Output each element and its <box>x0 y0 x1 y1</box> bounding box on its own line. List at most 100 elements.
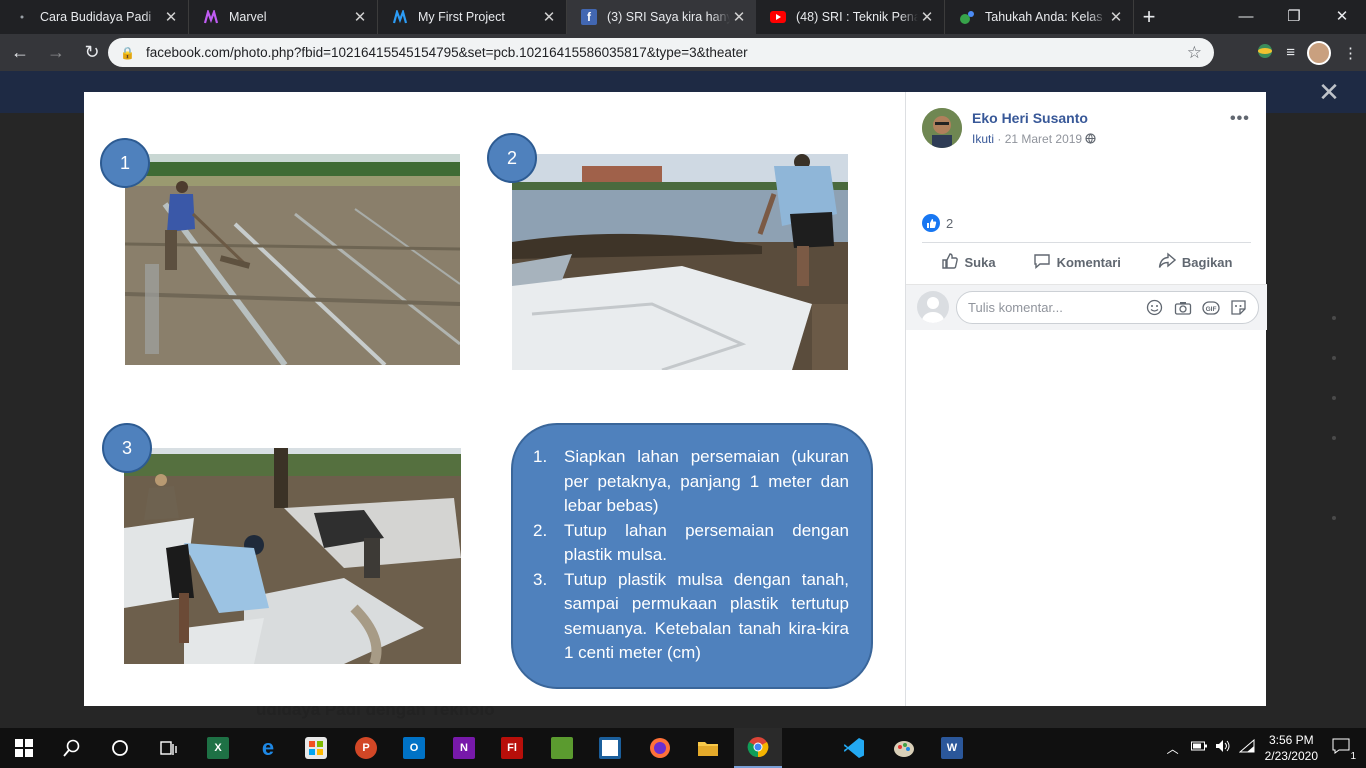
window-controls: — ❐ ✕ <box>1222 0 1366 32</box>
tab-title: (3) SRI Saya kira hanya t <box>607 10 730 24</box>
excel-icon[interactable]: X <box>194 728 242 768</box>
notification-count: 1 <box>1350 750 1356 762</box>
author-name-link[interactable]: Eko Heri Susanto <box>972 110 1088 126</box>
follow-link[interactable]: Ikuti <box>972 132 994 146</box>
notifications-icon[interactable]: 1 <box>1332 738 1356 762</box>
forward-icon[interactable]: → <box>40 37 72 69</box>
user-avatar-placeholder <box>917 291 949 323</box>
tab-cara-budidaya-padi[interactable]: Cara Budidaya Padi ✕ <box>0 0 189 34</box>
step-text: Siapkan lahan persemaian (ukuran per pet… <box>564 447 849 515</box>
reading-list-icon[interactable]: ≡ <box>1286 44 1295 61</box>
tab-close-icon[interactable]: ✕ <box>162 8 180 26</box>
tab-close-icon[interactable]: ✕ <box>1107 8 1125 26</box>
share-button[interactable]: Bagikan <box>1158 252 1232 273</box>
clock-time: 3:56 PM <box>1268 733 1314 747</box>
background-dot <box>1332 516 1336 520</box>
paint-icon[interactable] <box>880 728 928 768</box>
tab-title: Cara Budidaya Padi <box>40 10 152 24</box>
tab-close-icon[interactable]: ✕ <box>351 8 369 26</box>
minimize-icon[interactable]: — <box>1222 0 1270 32</box>
steps-callout: 1. Siapkan lahan persemaian (ukuran per … <box>511 423 873 689</box>
camera-icon[interactable] <box>1173 298 1192 317</box>
photo-theater[interactable]: 1 2 3 1. Siapkan lahan persemaian (ukura… <box>84 92 905 706</box>
frame-app-icon[interactable] <box>586 728 634 768</box>
tab-marvel[interactable]: Marvel ✕ <box>189 0 378 34</box>
photo-covering-with-soil <box>124 448 461 664</box>
close-theater-icon[interactable]: ✕ <box>1314 78 1344 106</box>
chrome-menu-icon[interactable]: ⋮ <box>1343 44 1358 62</box>
edge-icon[interactable]: e <box>244 728 292 768</box>
lock-icon: 🔒 <box>120 45 135 60</box>
windows-taskbar: X e P O N Fl W ︿ 3:56 PM 2/23/2020 1 <box>0 728 1366 768</box>
thumbs-up-icon <box>941 252 959 273</box>
author-avatar[interactable] <box>922 108 962 148</box>
task-view-icon[interactable] <box>144 728 192 768</box>
clock[interactable]: 3:56 PM 2/23/2020 <box>1265 732 1318 764</box>
facebook-icon: f <box>581 9 597 25</box>
step-badge-1: 1 <box>100 138 150 188</box>
step-number: 2. <box>533 520 548 540</box>
green-orb-icon <box>959 9 975 25</box>
chevron-up-icon[interactable]: ︿ <box>1167 740 1179 757</box>
browser-toolbar: ← → ↻ 🔒 facebook.com/photo.php?fbid=1021… <box>0 34 1366 71</box>
public-globe-icon <box>1085 132 1097 146</box>
comment-button[interactable]: Komentari <box>1033 252 1121 273</box>
firefox-icon[interactable] <box>636 728 684 768</box>
reaction-summary[interactable]: 2 <box>922 214 953 232</box>
tab-tahukah-anda[interactable]: Tahukah Anda: Kelas Be ✕ <box>945 0 1134 34</box>
new-tab-button[interactable]: + <box>1134 0 1164 34</box>
tab-close-icon[interactable]: ✕ <box>730 8 748 26</box>
onenote-icon[interactable]: N <box>440 728 488 768</box>
tab-youtube-sri[interactable]: (48) SRI : Teknik Penana ✕ <box>756 0 945 34</box>
step-badge-3: 3 <box>102 423 152 473</box>
tab-my-first-project[interactable]: My First Project ✕ <box>378 0 567 34</box>
tab-title: Tahukah Anda: Kelas Be <box>985 10 1107 24</box>
tab-facebook-sri[interactable]: f (3) SRI Saya kira hanya t ✕ <box>567 0 756 34</box>
vscode-icon[interactable] <box>830 728 878 768</box>
comment-input[interactable]: Tulis komentar... GIF <box>956 291 1259 324</box>
chrome-icon[interactable] <box>734 728 782 768</box>
folder-icon[interactable] <box>684 728 732 768</box>
like-label: Suka <box>964 255 996 270</box>
battery-icon[interactable] <box>1190 739 1207 757</box>
profile-avatar[interactable] <box>1307 40 1331 65</box>
tab-close-icon[interactable]: ✕ <box>918 8 936 26</box>
background-dot <box>1332 396 1336 400</box>
post-action-bar: Suka Komentari Bagikan <box>922 242 1251 282</box>
youtube-icon <box>770 9 786 25</box>
photo-mulch-covering <box>512 154 848 370</box>
step-number: 3. <box>533 569 548 589</box>
outlook-icon[interactable]: O <box>390 728 438 768</box>
bookmark-star-icon[interactable]: ☆ <box>1187 43 1202 63</box>
extension-globe-icon[interactable] <box>1256 42 1274 64</box>
system-tray: ︿ 3:56 PM 2/23/2020 1 <box>1167 728 1366 768</box>
flash-icon[interactable]: Fl <box>488 728 536 768</box>
more-options-icon[interactable]: ••• <box>1230 110 1250 128</box>
marvel-m-icon <box>392 9 408 25</box>
search-icon[interactable] <box>48 728 96 768</box>
close-window-icon[interactable]: ✕ <box>1318 0 1366 32</box>
cortana-icon[interactable] <box>96 728 144 768</box>
background-dot <box>1332 436 1336 440</box>
word-icon[interactable]: W <box>928 728 976 768</box>
windows-start-icon[interactable] <box>0 728 48 768</box>
gif-icon[interactable]: GIF <box>1201 298 1220 317</box>
wifi-icon[interactable] <box>1238 738 1255 758</box>
tab-close-icon[interactable]: ✕ <box>540 8 558 26</box>
sticker-icon[interactable] <box>1229 298 1248 317</box>
store-icon[interactable] <box>292 728 340 768</box>
tab-title: (48) SRI : Teknik Penana <box>796 10 918 24</box>
like-button[interactable]: Suka <box>941 252 996 273</box>
address-bar[interactable]: 🔒 facebook.com/photo.php?fbid=1021641554… <box>108 38 1214 67</box>
reaction-count: 2 <box>946 215 954 231</box>
post-meta: Ikuti · 21 Maret 2019 <box>972 132 1097 146</box>
reload-icon[interactable]: ↻ <box>76 37 108 69</box>
maximize-icon[interactable]: ❐ <box>1270 0 1318 32</box>
like-reaction-icon <box>922 214 940 232</box>
green-app-icon[interactable] <box>538 728 586 768</box>
emoji-icon[interactable] <box>1145 298 1164 317</box>
back-icon[interactable]: ← <box>4 37 36 69</box>
volume-icon[interactable] <box>1215 739 1231 758</box>
post-date[interactable]: 21 Maret 2019 <box>1005 132 1082 146</box>
powerpoint-icon[interactable]: P <box>342 728 390 768</box>
